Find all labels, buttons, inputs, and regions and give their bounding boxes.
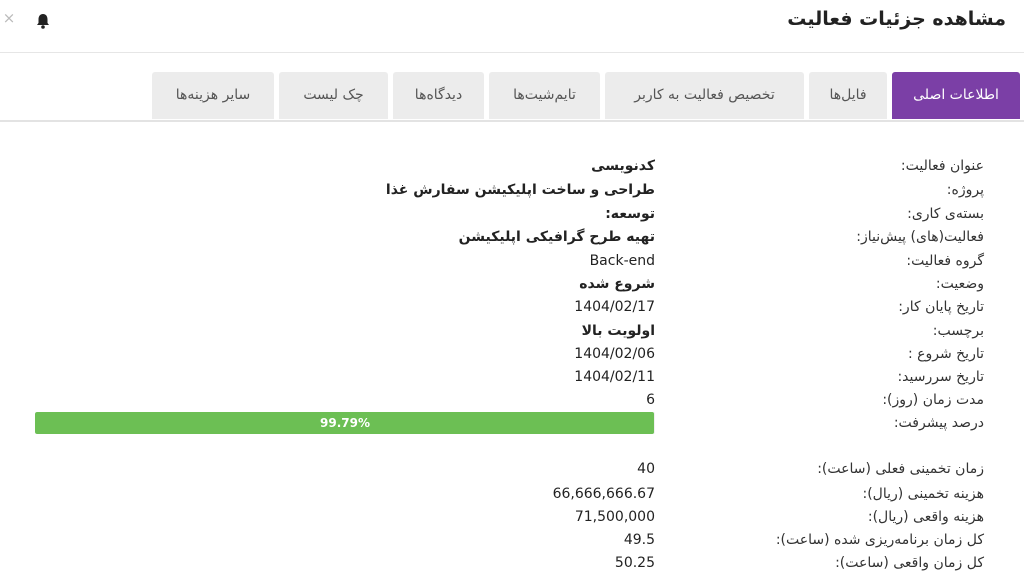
label-estimated-time: زمان تخمینی فعلی (ساعت): (817, 461, 984, 477)
label-duration: مدت زمان (روز): (882, 392, 984, 408)
label-planned-time: کل زمان برنامه‌ریزی شده (ساعت): (775, 532, 984, 548)
modal-header: مشاهده جزئیات فعالیت × (0, 0, 1024, 53)
tab-timesheets[interactable]: تایم‌شیت‌ها (489, 72, 600, 119)
label-end-date: تاریخ پایان کار: (898, 299, 984, 315)
tab-assign-user[interactable]: تخصیص فعالیت به کاربر (605, 72, 804, 119)
value-activity-group: Back-end (589, 253, 655, 269)
value-start-date: 1404/02/06 (574, 346, 655, 362)
value-activity-title: کدنویسی (591, 158, 655, 174)
label-status: وضعیت: (935, 276, 984, 292)
label-due-date: تاریخ سررسید: (897, 369, 984, 385)
label-prerequisites: فعالیت(های) پیش‌نیاز: (856, 229, 984, 245)
page-title: مشاهده جزئیات فعالیت (787, 8, 1006, 30)
label-actual-cost: هزینه واقعی (ریال): (867, 509, 984, 525)
value-estimated-time: 40 (637, 461, 655, 477)
value-due-date: 1404/02/11 (574, 369, 655, 385)
label-tag: برچسب: (932, 323, 984, 339)
value-project: طراحی و ساخت اپلیکیشن سفارش غذا (385, 182, 655, 198)
value-work-package: توسعه: (605, 206, 655, 222)
value-end-date: 1404/02/17 (574, 299, 655, 315)
tab-main-info[interactable]: اطلاعات اصلی (892, 72, 1020, 119)
value-tag: اولویت بالا (581, 323, 655, 339)
label-activity-title: عنوان فعالیت: (900, 158, 984, 174)
value-actual-time: 50.25 (614, 555, 655, 571)
close-icon[interactable]: × (2, 9, 16, 27)
label-progress: درصد پیشرفت: (893, 415, 984, 431)
label-activity-group: گروه فعالیت: (906, 253, 984, 269)
progress-bar: 99.79% (35, 412, 655, 434)
label-work-package: بسته‌ی کاری: (907, 206, 984, 222)
tab-files[interactable]: فایل‌ها (809, 72, 887, 119)
label-project: پروژه: (946, 182, 984, 198)
value-actual-cost: 71,500,000 (574, 509, 655, 525)
value-planned-time: 49.5 (623, 532, 655, 548)
value-status: شروع شده (579, 276, 655, 292)
label-actual-time: کل زمان واقعی (ساعت): (835, 555, 984, 571)
tab-comments[interactable]: دیدگاه‌ها (393, 72, 484, 119)
tab-bar: اطلاعات اصلی فایل‌ها تخصیص فعالیت به کار… (0, 72, 1024, 122)
label-estimated-cost: هزینه تخمینی (ریال): (862, 486, 984, 502)
tab-checklist[interactable]: چک لیست (279, 72, 388, 119)
progress-percent: 99.79% (320, 416, 370, 430)
bell-icon[interactable] (34, 12, 52, 30)
value-prerequisites: تهیه طرح گرافیکی اپلیکیشن (458, 229, 655, 245)
label-start-date: تاریخ شروع : (907, 346, 984, 362)
value-estimated-cost: 66,666,666.67 (552, 486, 655, 502)
value-duration: 6 (646, 392, 655, 408)
tab-other-costs[interactable]: سایر هزینه‌ها (152, 72, 274, 119)
